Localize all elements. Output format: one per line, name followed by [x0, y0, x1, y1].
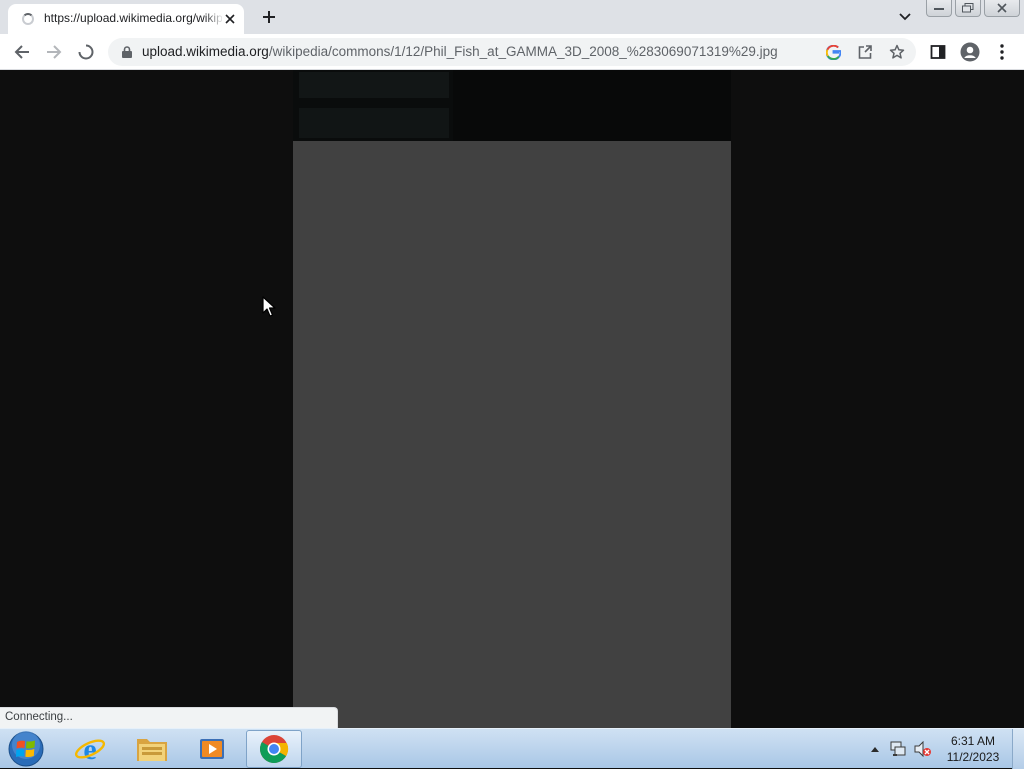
bookmark-button[interactable]: [886, 41, 908, 63]
taskbar-chrome[interactable]: [246, 730, 302, 768]
tab-title-fade: [204, 10, 224, 28]
tab-strip: https://upload.wikimedia.org/wikipedia/c…: [0, 0, 1024, 34]
tab-search-button[interactable]: [894, 7, 916, 27]
volume-muted-icon: [914, 741, 931, 757]
url-path: /wikipedia/commons/1/12/Phil_Fish_at_GAM…: [268, 44, 778, 59]
windows-taskbar: e 6:31 AM 11/2/2023: [0, 728, 1024, 769]
folder-icon: [137, 739, 167, 761]
chrome-icon: [260, 735, 289, 763]
status-bubble: Connecting...: [0, 707, 338, 728]
taskbar-file-explorer[interactable]: [124, 730, 180, 768]
minimize-icon: [934, 8, 944, 10]
show-desktop-button[interactable]: [1012, 729, 1024, 769]
window-controls: [926, 0, 1024, 18]
side-panel-icon: [930, 45, 946, 59]
taskbar-media-player[interactable]: [184, 730, 240, 768]
svg-text:e: e: [83, 733, 96, 765]
tab-title: https://upload.wikimedia.org/wikipedia/c…: [44, 11, 222, 25]
google-lens-icon: [825, 44, 841, 60]
clock-date: 11/2/2023: [946, 750, 1000, 764]
partially-loaded-image: [293, 70, 731, 141]
tab-close-icon[interactable]: [222, 11, 238, 27]
close-icon: [997, 3, 1007, 13]
chrome-menu-button[interactable]: [990, 40, 1014, 64]
show-hidden-icons-button[interactable]: [866, 740, 884, 758]
browser-toolbar: upload.wikimedia.org/wikipedia/commons/1…: [0, 34, 1024, 70]
back-button[interactable]: [10, 40, 34, 64]
forward-arrow-icon: [47, 45, 62, 59]
chevron-down-icon: [899, 13, 911, 21]
image-loaded-strip: [293, 70, 731, 141]
lock-icon[interactable]: [120, 45, 134, 59]
stop-loading-button[interactable]: [74, 40, 98, 64]
profile-button[interactable]: [958, 40, 982, 64]
mouse-cursor-icon: [262, 296, 276, 317]
star-icon: [889, 44, 905, 59]
media-player-icon: [200, 739, 224, 759]
close-window-button[interactable]: [984, 0, 1020, 17]
share-button[interactable]: [854, 41, 876, 63]
share-icon: [858, 45, 872, 59]
new-tab-button[interactable]: [256, 5, 282, 29]
start-button[interactable]: [6, 730, 46, 768]
clock-time: 6:31 AM: [950, 734, 996, 748]
internet-explorer-icon: e: [74, 733, 106, 765]
loading-favicon-icon: [22, 13, 34, 25]
minimize-button[interactable]: [926, 0, 952, 17]
chevron-up-icon: [871, 747, 879, 752]
browser-tab[interactable]: https://upload.wikimedia.org/wikipedia/c…: [8, 4, 244, 34]
side-panel-button[interactable]: [926, 40, 950, 64]
volume-tray-icon[interactable]: [914, 740, 932, 758]
network-icon: [890, 741, 906, 756]
image-placeholder[interactable]: [293, 141, 731, 728]
url-text[interactable]: upload.wikimedia.org/wikipedia/commons/1…: [142, 44, 802, 60]
google-lens-button[interactable]: [822, 41, 844, 63]
page-viewport: Connecting...: [0, 70, 1024, 728]
taskbar-clock[interactable]: 6:31 AM 11/2/2023: [940, 733, 1006, 765]
profile-icon: [960, 42, 980, 62]
plus-icon: [263, 11, 275, 23]
taskbar-internet-explorer[interactable]: e: [62, 730, 118, 768]
restore-icon: [962, 3, 974, 13]
url-domain: upload.wikimedia.org: [142, 44, 269, 59]
address-bar[interactable]: upload.wikimedia.org/wikipedia/commons/1…: [108, 38, 916, 66]
restore-button[interactable]: [955, 0, 981, 17]
forward-button[interactable]: [42, 40, 66, 64]
back-arrow-icon: [14, 45, 29, 59]
loading-spinner-icon: [78, 44, 94, 60]
kebab-menu-icon: [1000, 44, 1004, 60]
windows-start-icon: [8, 731, 44, 767]
network-tray-icon[interactable]: [889, 740, 907, 758]
